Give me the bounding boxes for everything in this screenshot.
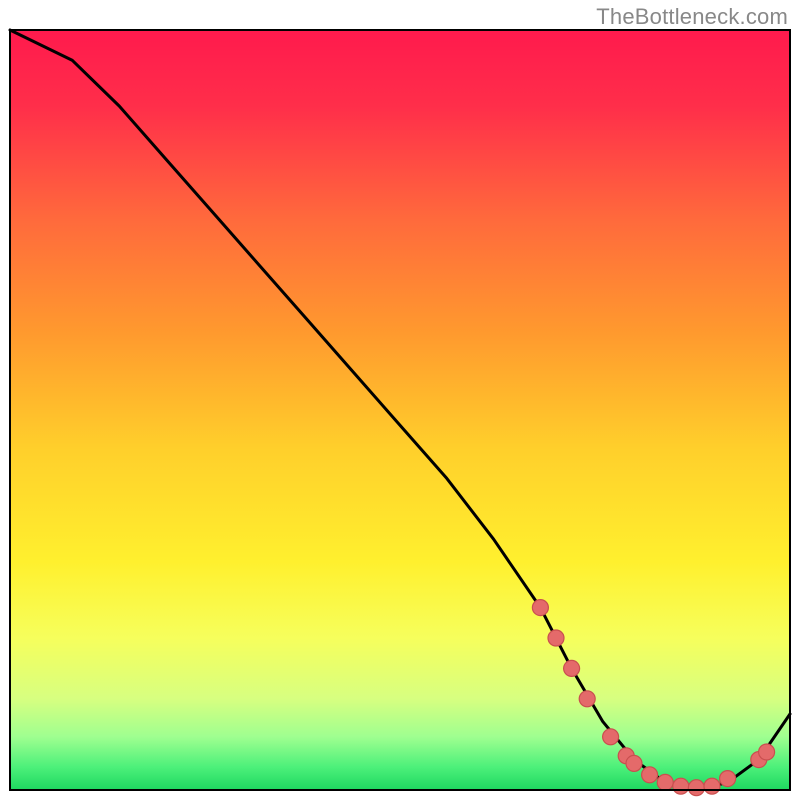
data-marker [704, 778, 720, 794]
data-marker [720, 771, 736, 787]
chart-container: TheBottleneck.com [0, 0, 800, 800]
data-marker [642, 767, 658, 783]
data-marker [657, 774, 673, 790]
data-marker [548, 630, 564, 646]
attribution-label: TheBottleneck.com [596, 4, 788, 30]
data-marker [688, 780, 704, 796]
gradient-background [10, 30, 790, 790]
data-marker [603, 729, 619, 745]
data-marker [626, 755, 642, 771]
data-marker [759, 744, 775, 760]
data-marker [532, 600, 548, 616]
plot-area [10, 30, 790, 796]
data-marker [673, 778, 689, 794]
data-marker [564, 660, 580, 676]
data-marker [579, 691, 595, 707]
bottleneck-chart [0, 0, 800, 800]
